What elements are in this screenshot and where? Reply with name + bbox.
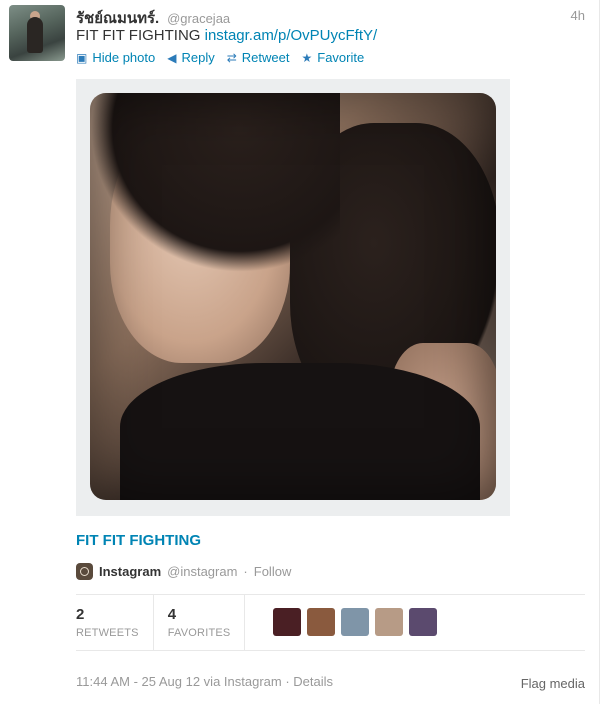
divider bbox=[76, 650, 585, 651]
favorites-count: 4 bbox=[167, 605, 177, 623]
reply-label: Reply bbox=[181, 50, 215, 65]
retweet-icon: ⇄ bbox=[226, 50, 237, 65]
retweets-count: 2 bbox=[76, 605, 85, 623]
favoriter-avatar[interactable] bbox=[307, 608, 336, 636]
source-name[interactable]: Instagram bbox=[99, 564, 161, 579]
tweet-text-body: FIT FIT FIGHTING bbox=[76, 27, 205, 44]
timestamp[interactable]: 4h bbox=[571, 8, 585, 23]
favorites-stat[interactable]: 4 FAVORITES bbox=[168, 594, 246, 650]
reply-button[interactable]: ◀ Reply bbox=[167, 50, 214, 65]
retweets-label: RETWEETS bbox=[76, 626, 139, 639]
follow-link[interactable]: Follow bbox=[254, 564, 292, 579]
retweet-label: Retweet bbox=[241, 50, 290, 65]
tweet-details[interactable]: 11:44 AM - 25 Aug 12 via Instagram · Det… bbox=[76, 674, 333, 689]
retweets-stat[interactable]: 2 RETWEETS bbox=[76, 594, 154, 650]
favoriter-avatar[interactable] bbox=[341, 608, 370, 636]
media-frame bbox=[76, 79, 510, 516]
tweet-link[interactable]: instagr.am/p/OvPUycFftY/ bbox=[205, 27, 378, 44]
favorite-label: Favorite bbox=[317, 50, 365, 65]
favoriter-avatars bbox=[273, 608, 438, 636]
favoriter-avatar[interactable] bbox=[409, 608, 438, 636]
favoriter-avatar[interactable] bbox=[375, 608, 404, 636]
user-handle[interactable]: @gracejaa bbox=[167, 11, 230, 26]
tweet-photo[interactable] bbox=[90, 93, 496, 500]
tweet: รัชย์ณมนทร์. @gracejaa 4h FIT FIT FIGHTI… bbox=[0, 0, 600, 704]
hide-photo-button[interactable]: ▣ Hide photo bbox=[76, 50, 155, 65]
user-name[interactable]: รัชย์ณมนทร์. bbox=[76, 10, 159, 27]
source-handle[interactable]: @instagram bbox=[167, 564, 237, 579]
reply-icon: ◀ bbox=[167, 50, 177, 65]
photo-icon: ▣ bbox=[76, 50, 88, 65]
media-source: Instagram @instagram · Follow bbox=[76, 563, 291, 580]
source-separator: · bbox=[243, 564, 248, 579]
tweet-text: FIT FIT FIGHTING instagr.am/p/OvPUycFftY… bbox=[76, 27, 377, 44]
hide-photo-label: Hide photo bbox=[92, 50, 156, 65]
favorites-label: FAVORITES bbox=[167, 626, 231, 639]
media-caption-title[interactable]: FIT FIT FIGHTING bbox=[76, 532, 201, 549]
retweet-button[interactable]: ⇄ Retweet bbox=[227, 50, 290, 65]
flag-media-link[interactable]: Flag media bbox=[521, 676, 585, 691]
tweet-actions: ▣ Hide photo ◀ Reply ⇄ Retweet ★ Favorit… bbox=[76, 50, 364, 65]
favorite-button[interactable]: ★ Favorite bbox=[301, 50, 364, 65]
star-icon: ★ bbox=[301, 50, 313, 65]
instagram-icon bbox=[76, 563, 93, 580]
tweet-stats: 2 RETWEETS 4 FAVORITES bbox=[76, 594, 438, 650]
avatar[interactable] bbox=[9, 5, 65, 61]
favoriter-avatar[interactable] bbox=[273, 608, 302, 636]
